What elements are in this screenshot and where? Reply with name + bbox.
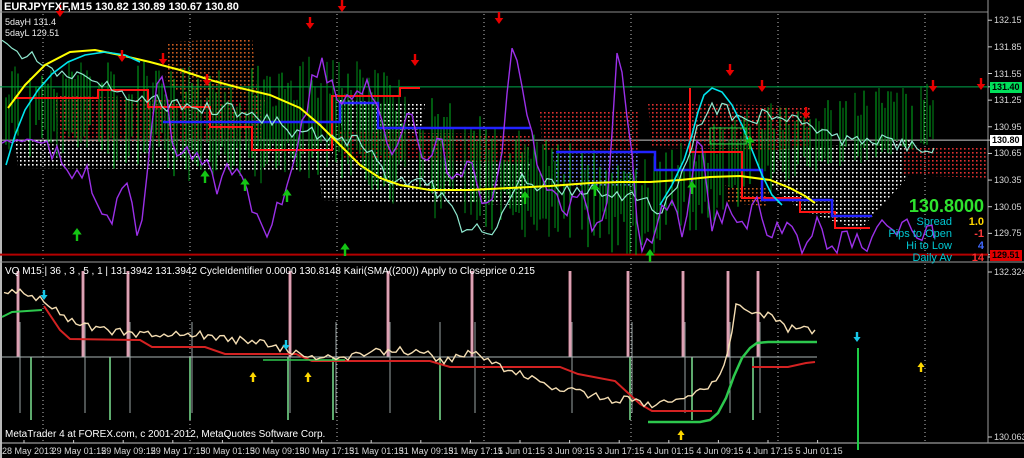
price-tick-label: 131.25 — [994, 95, 1022, 106]
chart-frame — [0, 0, 1024, 458]
time-tick-label: 30 May 17:15 — [299, 446, 355, 456]
chart-canvas[interactable] — [0, 0, 1024, 458]
dotted-cloud — [540, 110, 640, 152]
price-tick-label: 130.063 — [994, 432, 1024, 442]
status-bar: MetaTrader 4 at FOREX.com, c 2001-2012, … — [5, 429, 326, 440]
five-day-high-label: 5dayH 131.4 — [5, 17, 57, 27]
vq-red-signal-end — [752, 361, 816, 368]
price-readout: 130.8000 — [908, 196, 984, 216]
time-tick-label: 1 Jun 01:15 — [498, 446, 546, 456]
price-tick-label: 130.80 — [990, 135, 1022, 147]
info-row-pips-to-open: Pips to Open -1 — [888, 228, 984, 240]
time-tick-label: 29 May 01:15 — [51, 446, 107, 456]
main-chart-panel[interactable] — [0, 0, 988, 262]
price-tick-label: 131.40 — [990, 81, 1022, 93]
time-tick-label: 4 Jun 09:15 — [696, 446, 744, 456]
price-tick-label: 132.324 — [994, 267, 1024, 277]
vq-red-signal — [43, 305, 712, 412]
info-row-spread: Spread 1.0 — [916, 216, 984, 228]
price-tick-label: 130.35 — [994, 175, 1022, 186]
time-tick-label: 31 May 09:15 — [398, 446, 454, 456]
time-tick-label: 4 Jun 17:15 — [746, 446, 794, 456]
price-tick-label: 131.85 — [994, 41, 1022, 52]
info-row-daily-av: Daily Av 14 — [912, 252, 984, 264]
price-tick-label: 129.75 — [994, 228, 1022, 239]
price-tick-label: 130.95 — [994, 121, 1022, 132]
dotted-cloud — [902, 145, 988, 178]
price-tick-label: 131.55 — [994, 68, 1022, 79]
time-tick-label: 5 Jun 01:15 — [795, 446, 843, 456]
mt4-chart-window: EURJPYFXF,M15 130.82 130.89 130.67 130.8… — [0, 0, 1024, 458]
chart-title: EURJPYFXF,M15 130.82 130.89 130.67 130.8… — [4, 1, 239, 13]
time-tick-label: 29 May 09:15 — [101, 446, 156, 456]
price-tick-label: 132.15 — [994, 15, 1022, 26]
time-tick-label: 28 May 2013 — [2, 446, 55, 456]
time-tick-label: 30 May 01:15 — [200, 446, 255, 456]
price-tick-label: 129.51 — [990, 249, 1022, 261]
info-row-hi-to-low: Hi to Low 4 — [906, 240, 984, 252]
vq-green-signal-left — [1, 309, 43, 318]
five-day-low-label: 5dayL 129.51 — [5, 28, 60, 38]
vq-main — [3, 288, 816, 409]
time-tick-label: 31 May 01:15 — [349, 446, 404, 456]
time-tick-label: 29 May 17:15 — [150, 446, 206, 456]
time-tick-label: 3 Jun 17:15 — [597, 446, 645, 456]
market-info-panel: 130.8000 Spread 1.0 Pips to Open -1 Hi to … — [888, 196, 984, 264]
time-tick-label: 4 Jun 01:15 — [646, 446, 694, 456]
indicator-title: VQ M15 | 36 , 3 , 5 , 1 | 131.3942 131.3… — [5, 266, 535, 277]
time-tick-label: 3 Jun 09:15 — [547, 446, 595, 456]
indicator-panel[interactable] — [1, 271, 925, 450]
time-tick-label: 31 May 17:15 — [448, 446, 503, 456]
time-tick-label: 30 May 09:15 — [250, 446, 305, 456]
price-tick-label: 130.05 — [994, 201, 1022, 212]
dotted-cloud — [648, 103, 812, 150]
price-tick-label: 130.65 — [994, 148, 1022, 159]
